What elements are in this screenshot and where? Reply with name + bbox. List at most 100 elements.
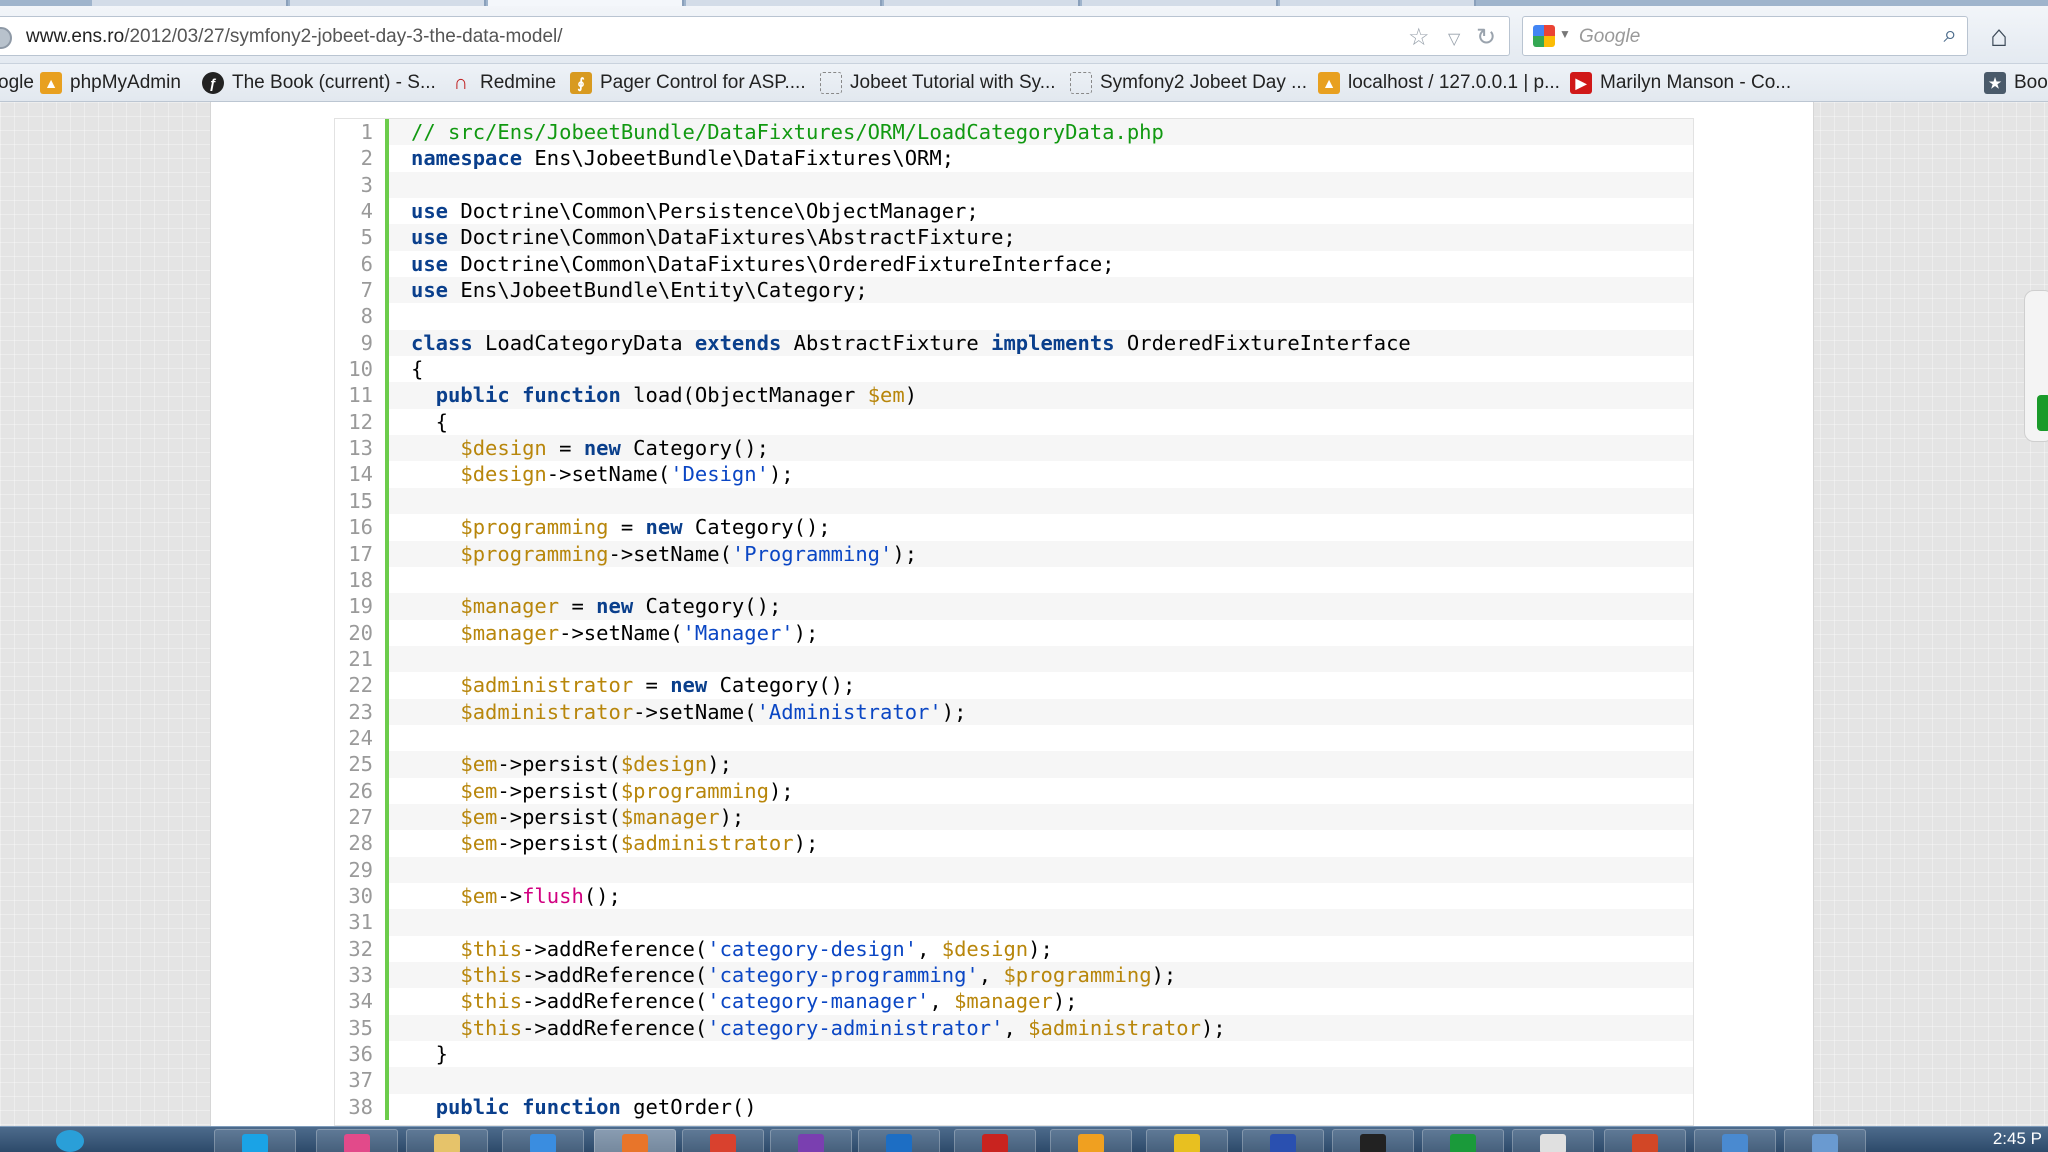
- code-line: 18: [335, 566, 1693, 594]
- address-url[interactable]: www.ens.ro/2012/03/27/symfony2-jobeet-da…: [26, 26, 563, 48]
- line-number: 20: [335, 619, 385, 646]
- bookmark-item[interactable]: ogle: [0, 70, 34, 96]
- code-line: 22 $administrator = new Category();: [335, 672, 1693, 699]
- bookmark-item[interactable]: ∮ Pager Control for ASP....: [570, 70, 806, 96]
- bookmarks-icon: ★: [1984, 72, 2006, 94]
- code-text: [385, 303, 1693, 330]
- code-text: public function getOrder(): [385, 1093, 1693, 1121]
- ie-icon: [530, 1134, 556, 1152]
- line-number: 24: [335, 724, 385, 752]
- window-app-icon: [1812, 1134, 1838, 1152]
- history-dropdown-icon[interactable]: ▽: [1448, 29, 1460, 49]
- side-widget-tab[interactable]: [2037, 395, 2048, 431]
- phpmyadmin-icon: ▲: [1318, 72, 1340, 94]
- code-line: 17 $programming->setName('Programming');: [335, 540, 1693, 567]
- search-input[interactable]: Google: [1579, 26, 1640, 48]
- taskbar-item[interactable]: [1146, 1129, 1228, 1152]
- side-widget[interactable]: [2024, 290, 2048, 442]
- code-line: 38 public function getOrder(): [335, 1093, 1693, 1121]
- taskbar-item[interactable]: [1050, 1129, 1132, 1152]
- code-text: use Doctrine\Common\Persistence\ObjectMa…: [385, 198, 1693, 225]
- bookmark-item[interactable]: Jobeet Tutorial with Sy...: [820, 70, 1056, 96]
- taskbar-item[interactable]: [770, 1129, 852, 1152]
- taskbar-item[interactable]: [406, 1129, 488, 1152]
- taskbar-item[interactable]: [594, 1129, 676, 1152]
- address-bar[interactable]: www.ens.ro/2012/03/27/symfony2-jobeet-da…: [0, 16, 1510, 56]
- page-icon: [820, 72, 842, 94]
- taskbar-item[interactable]: [682, 1129, 764, 1152]
- code-line: 10{: [335, 356, 1693, 383]
- taskbar-clock[interactable]: 2:45 P: [1993, 1129, 2042, 1149]
- code-text: [385, 1067, 1693, 1094]
- code-text: class LoadCategoryData extends AbstractF…: [385, 329, 1693, 357]
- code-text: $manager = new Category();: [385, 593, 1693, 620]
- taskbar-item[interactable]: [954, 1129, 1036, 1152]
- code-text: {: [385, 408, 1693, 436]
- taskbar: 2:45 P: [0, 1126, 2048, 1152]
- site-identity-icon[interactable]: [0, 27, 12, 49]
- search-icon[interactable]: ⌕: [1944, 21, 1957, 49]
- bookmark-item[interactable]: ▲ localhost / 127.0.0.1 | p...: [1318, 70, 1560, 96]
- taskbar-item[interactable]: [1784, 1129, 1866, 1152]
- code-text: use Doctrine\Common\DataFixtures\Abstrac…: [385, 224, 1693, 251]
- taskbar-item[interactable]: [858, 1129, 940, 1152]
- line-number: 13: [335, 435, 385, 462]
- outlook-icon: [886, 1134, 912, 1152]
- bookmark-item[interactable]: ★ Boo: [1984, 70, 2048, 96]
- taskbar-item[interactable]: [1332, 1129, 1414, 1152]
- google-icon[interactable]: [1533, 25, 1555, 47]
- code-line: 23 $administrator->setName('Administrato…: [335, 698, 1693, 725]
- code-text: $em->persist($design);: [385, 751, 1693, 778]
- bookmark-star-icon[interactable]: ☆: [1408, 23, 1430, 52]
- code-line: 9 class LoadCategoryData extends Abstract…: [335, 329, 1693, 357]
- bookmark-item[interactable]: ƒ The Book (current) - S...: [202, 70, 436, 96]
- code-text: $this->addReference('category-administra…: [385, 1014, 1693, 1042]
- code-text: [385, 487, 1693, 515]
- taskbar-item[interactable]: [1422, 1129, 1504, 1152]
- code-line: 1// src/Ens/JobeetBundle/DataFixtures/OR…: [335, 119, 1693, 146]
- bookmark-label: Pager Control for ASP....: [600, 72, 806, 93]
- code-line: 12 {: [335, 408, 1693, 436]
- line-number: 9: [335, 329, 385, 357]
- taskbar-item[interactable]: [1694, 1129, 1776, 1152]
- taskbar-item[interactable]: [1242, 1129, 1324, 1152]
- taskbar-item[interactable]: [214, 1129, 296, 1152]
- line-number: 26: [335, 777, 385, 804]
- code-text: // src/Ens/JobeetBundle/DataFixtures/ORM…: [385, 119, 1693, 146]
- page-background: 1// src/Ens/JobeetBundle/DataFixtures/OR…: [0, 102, 2048, 1126]
- bookmark-item[interactable]: Symfony2 Jobeet Day ...: [1070, 70, 1307, 96]
- search-engine-dropdown-icon[interactable]: ▼: [1559, 27, 1571, 41]
- bookmark-item[interactable]: ▶ Marilyn Manson - Co...: [1570, 70, 1791, 96]
- code-line: 29: [335, 856, 1693, 883]
- bookmark-item[interactable]: ∩ Redmine: [450, 70, 556, 96]
- code-line: 14 $design->setName('Design');: [335, 461, 1693, 488]
- code-line: 21: [335, 645, 1693, 673]
- search-bar[interactable]: ▼ Google ⌕: [1522, 16, 1968, 56]
- article-content: 1// src/Ens/JobeetBundle/DataFixtures/OR…: [210, 102, 1814, 1126]
- bookmark-label: Symfony2 Jobeet Day ...: [1100, 72, 1307, 93]
- taskbar-item[interactable]: [1604, 1129, 1686, 1152]
- taskbar-item[interactable]: [502, 1129, 584, 1152]
- taskbar-item[interactable]: [1512, 1129, 1594, 1152]
- bookmark-item[interactable]: ▲ phpMyAdmin: [40, 70, 181, 96]
- line-number: 36: [335, 1041, 385, 1068]
- start-button[interactable]: [56, 1130, 84, 1152]
- line-number: 37: [335, 1067, 385, 1094]
- code-line: 7 use Ens\JobeetBundle\Entity\Category;: [335, 277, 1693, 304]
- code-text: }: [385, 1041, 1693, 1068]
- chrome-icon: [710, 1134, 736, 1152]
- code-line: 4 use Doctrine\Common\Persistence\ObjectM…: [335, 198, 1693, 225]
- line-number: 31: [335, 909, 385, 936]
- code-text: $this->addReference('category-design', $…: [385, 935, 1693, 962]
- reload-icon[interactable]: ↻: [1476, 23, 1496, 52]
- line-number: 4: [335, 198, 385, 225]
- code-text: public function load(ObjectManager $em): [385, 382, 1693, 409]
- line-number: 30: [335, 882, 385, 910]
- firefox-icon: [622, 1134, 648, 1152]
- home-icon[interactable]: ⌂: [1990, 20, 2008, 54]
- code-text: $administrator = new Category();: [385, 672, 1693, 699]
- taskbar-item[interactable]: [316, 1129, 398, 1152]
- bookmark-label: ogle: [0, 72, 34, 93]
- code-text: $this->addReference('category-programmin…: [385, 962, 1693, 989]
- pager-icon: ∮: [570, 72, 592, 94]
